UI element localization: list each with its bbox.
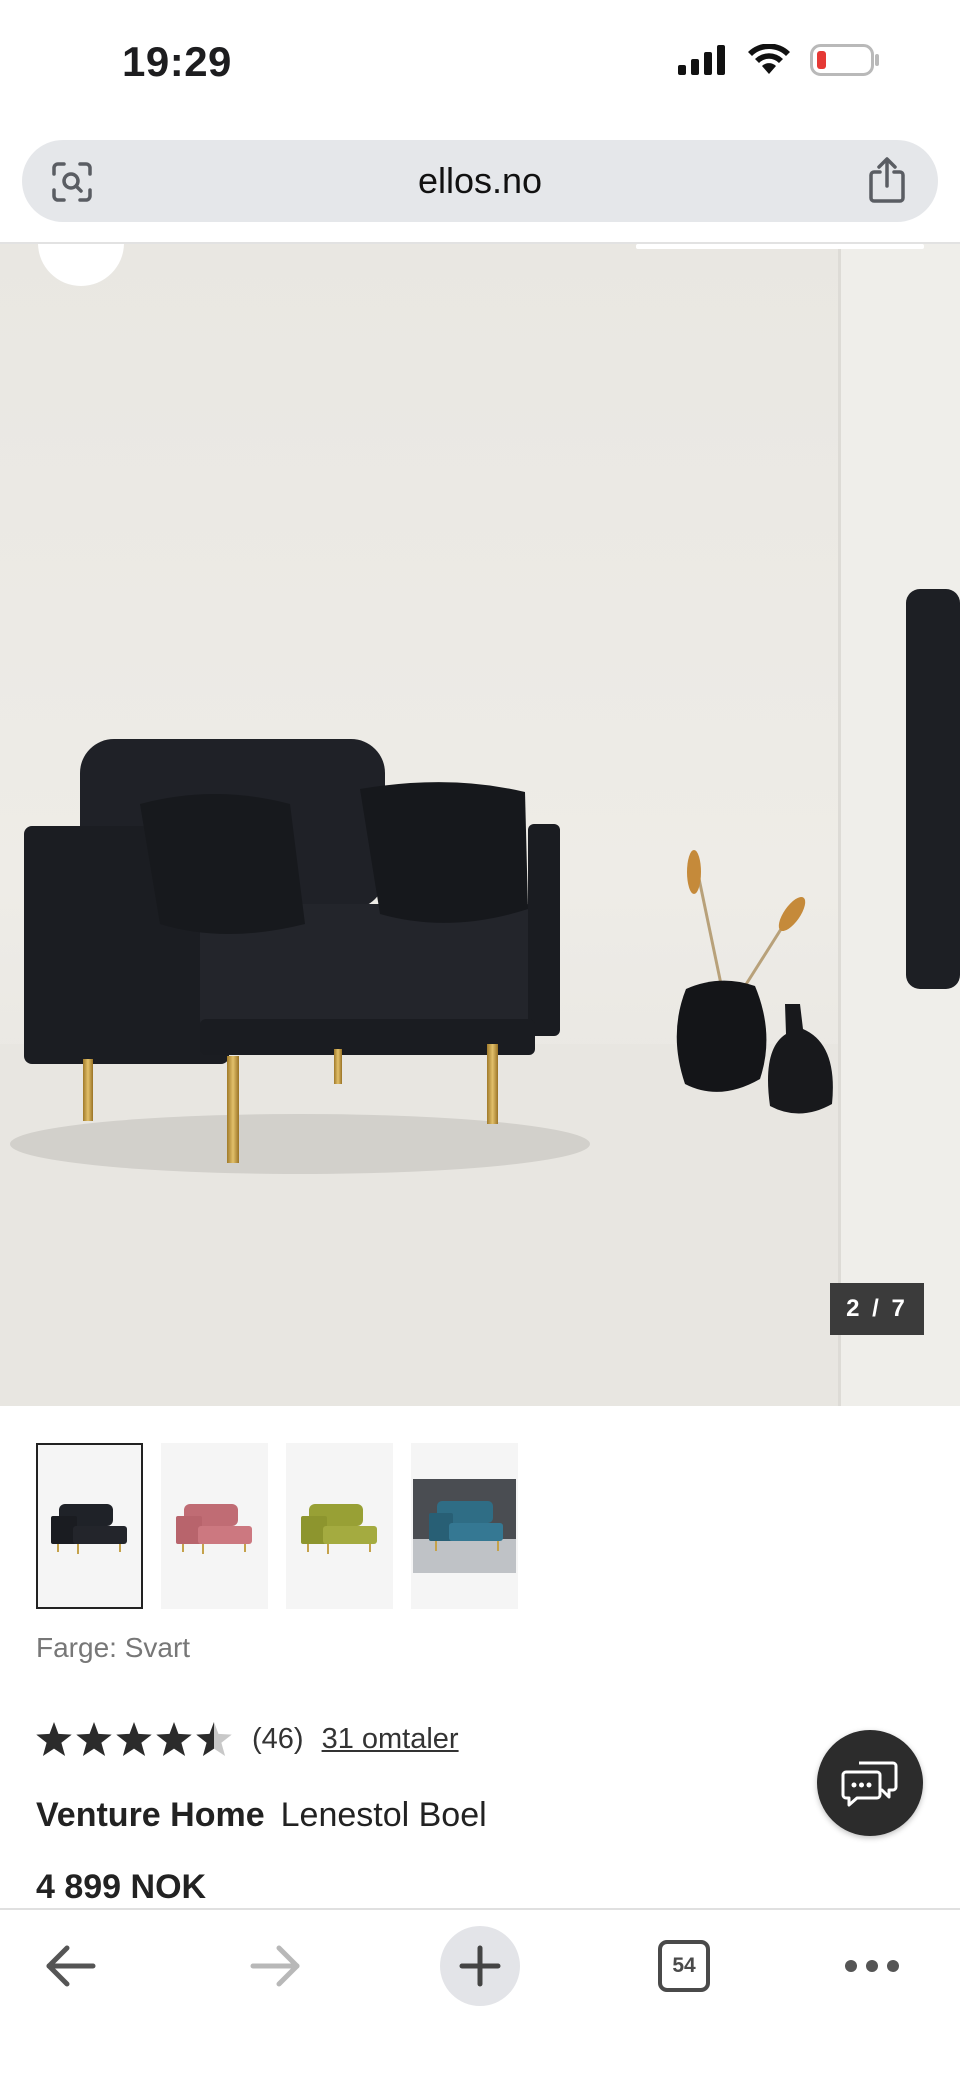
star-full-icon — [116, 1722, 152, 1756]
product-name: Lenestol Boel — [280, 1796, 487, 1834]
status-time: 19:29 — [122, 38, 232, 85]
armchair-thumbnail-image — [50, 1504, 127, 1554]
thumbnail-green[interactable] — [286, 1443, 393, 1609]
armchair-thumbnail-image — [413, 1479, 516, 1573]
armchair-thumbnail-image — [175, 1504, 252, 1554]
armchair-thumbnail-image — [300, 1504, 377, 1554]
product-image-armchair — [0, 244, 960, 1406]
chat-icon — [841, 1761, 898, 1807]
product-brand[interactable]: Venture Home — [36, 1796, 265, 1834]
image-counter: 2 / 7 — [830, 1283, 924, 1335]
status-icons — [678, 44, 880, 76]
share-icon[interactable] — [866, 156, 908, 204]
star-half-icon — [196, 1722, 232, 1756]
thumbnail-blue[interactable] — [411, 1443, 518, 1609]
more-menu-button[interactable] — [832, 1926, 912, 2006]
arrow-left-icon — [46, 1945, 96, 1987]
star-full-icon — [36, 1722, 72, 1756]
url-text[interactable]: ellos.no — [22, 160, 938, 202]
overlay-strip — [636, 244, 924, 249]
status-bar: 19:29 — [0, 0, 960, 130]
product-image-gallery[interactable]: 2 / 7 — [0, 244, 960, 1406]
more-icon — [845, 1960, 899, 1972]
chat-button[interactable] — [817, 1730, 923, 1836]
tab-count: 54 — [658, 1940, 710, 1992]
color-thumbnails — [36, 1443, 518, 1609]
address-bar[interactable]: ellos.no — [22, 140, 938, 222]
star-full-icon — [156, 1722, 192, 1756]
rating-count: (46) — [252, 1722, 304, 1755]
arrow-right-icon — [250, 1945, 300, 1987]
battery-icon — [810, 44, 879, 76]
browser-toolbar: 54 — [0, 1908, 960, 2081]
signal-icon — [678, 45, 725, 75]
thumbnail-pink[interactable] — [161, 1443, 268, 1609]
thumbnail-black[interactable] — [36, 1443, 143, 1609]
back-button[interactable] — [30, 1926, 110, 2006]
selected-color-label: Farge: Svart — [36, 1632, 191, 1663]
wifi-icon — [748, 44, 790, 74]
star-full-icon — [76, 1722, 112, 1756]
new-tab-button[interactable] — [440, 1926, 520, 2006]
forward-button[interactable] — [236, 1926, 316, 2006]
plus-icon — [459, 1945, 501, 1987]
reviews-link[interactable]: 31 omtaler — [322, 1723, 459, 1756]
tabs-button[interactable]: 54 — [644, 1926, 724, 2006]
product-title: Venture Home Lenestol Boel — [36, 1796, 487, 1835]
product-price: 4 899 NOK — [36, 1868, 207, 1906]
rating-stars — [36, 1722, 232, 1756]
product-rating[interactable]: (46) 31 omtaler — [36, 1722, 459, 1756]
